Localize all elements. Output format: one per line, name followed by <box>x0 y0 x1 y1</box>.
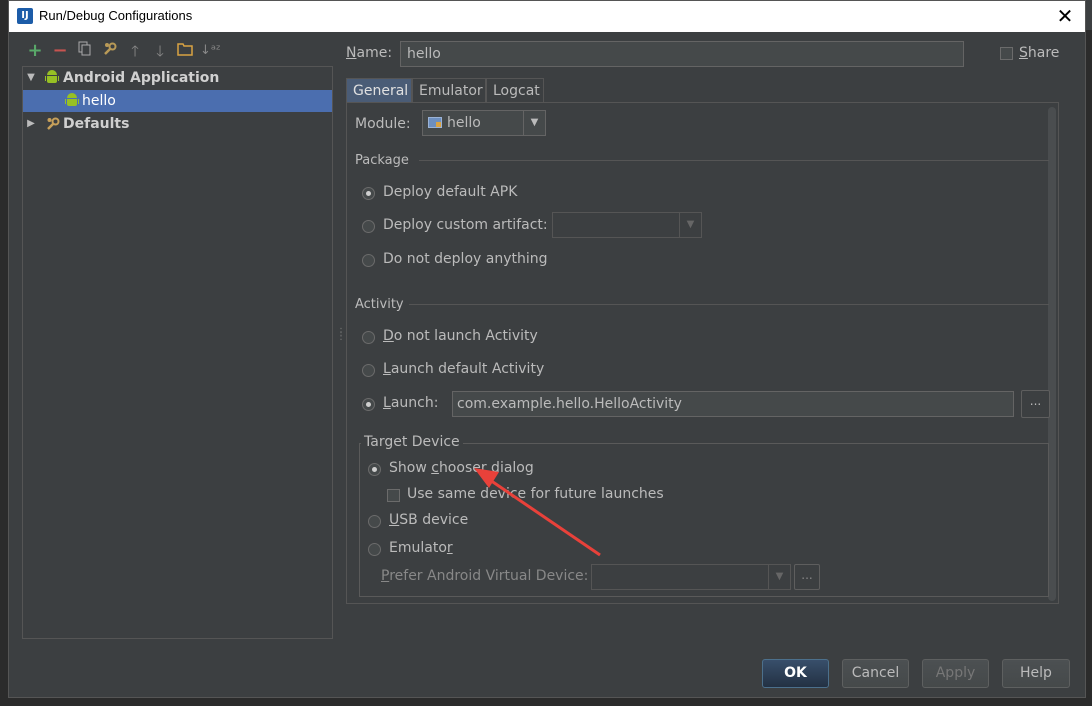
plus-icon[interactable]: + <box>25 41 45 61</box>
same-device-label[interactable]: Use same device for future launches <box>407 486 664 502</box>
background-ide-bottom <box>0 698 1092 706</box>
do-not-launch-radio[interactable] <box>362 331 375 344</box>
do-not-launch-label[interactable]: Do not launch Activity <box>383 328 538 344</box>
share-checkbox[interactable] <box>1000 47 1013 60</box>
panel-splitter[interactable]: ⋮ ⋮ <box>336 328 346 342</box>
module-select-value: hello <box>447 115 481 131</box>
launch-default-radio[interactable] <box>362 364 375 377</box>
minus-icon[interactable]: − <box>50 41 70 61</box>
module-label: Module: <box>355 116 411 132</box>
same-device-checkbox[interactable] <box>387 489 400 502</box>
folder-icon[interactable] <box>175 41 195 61</box>
package-section-title: Package <box>355 153 409 168</box>
tab-emulator[interactable]: Emulator <box>412 78 486 102</box>
tree-item-label: Defaults <box>63 116 130 132</box>
arrow-up-icon[interactable]: 🡑 <box>125 41 145 61</box>
browse-avd-button: ... <box>794 564 820 590</box>
prefer-avd-label: Prefer Android Virtual Device: <box>381 568 589 584</box>
background-ide-left <box>0 0 8 706</box>
wrench-icon <box>45 116 61 132</box>
configurations-tree: ▼ Android Application hello ▶ Defaults <box>22 66 333 639</box>
launch-activity-input[interactable]: com.example.hello.HelloActivity <box>452 391 1014 417</box>
ok-button[interactable]: OK <box>762 659 829 688</box>
deploy-default-apk-radio[interactable] <box>362 187 375 200</box>
expanded-arrow-icon[interactable]: ▼ <box>25 67 37 89</box>
target-device-title: Target Device <box>361 434 463 450</box>
package-separator <box>419 160 1049 161</box>
android-icon <box>45 70 59 84</box>
avd-select: ▼ <box>591 564 791 590</box>
tree-item-defaults[interactable]: ▶ Defaults <box>23 113 332 135</box>
tree-item-hello[interactable]: hello <box>23 90 332 112</box>
usb-device-label[interactable]: USB device <box>389 512 468 528</box>
general-tab-panel: Module: hello ▼ Package Deploy default A… <box>346 102 1059 604</box>
usb-device-radio[interactable] <box>368 515 381 528</box>
arrow-down-icon[interactable]: 🡓 <box>150 41 170 61</box>
name-label: Name: <box>346 45 393 61</box>
intellij-app-icon: IJ <box>17 8 33 24</box>
help-button[interactable]: Help <box>1002 659 1070 688</box>
chevron-down-icon: ▼ <box>679 213 701 237</box>
apply-button[interactable]: Apply <box>922 659 989 688</box>
launch-activity-label[interactable]: Launch: <box>383 395 438 411</box>
emulator-radio[interactable] <box>368 543 381 556</box>
chevron-down-icon: ▼ <box>768 565 790 589</box>
android-icon <box>65 93 79 107</box>
wrench-icon[interactable] <box>100 41 120 61</box>
copy-icon[interactable] <box>75 41 95 61</box>
module-select[interactable]: hello ▼ <box>422 110 546 136</box>
tree-item-android-application[interactable]: ▼ Android Application <box>23 67 332 89</box>
tab-logcat[interactable]: Logcat <box>486 78 544 102</box>
tree-item-label: hello <box>82 93 116 109</box>
chevron-down-icon[interactable]: ▼ <box>523 111 545 135</box>
browse-activity-button[interactable]: ... <box>1021 390 1050 418</box>
artifact-select: ▼ <box>552 212 702 238</box>
do-not-deploy-radio[interactable] <box>362 254 375 267</box>
name-input[interactable]: hello <box>400 41 964 67</box>
vertical-scrollbar[interactable] <box>1048 107 1056 601</box>
activity-section-title: Activity <box>355 297 404 312</box>
launch-activity-radio[interactable] <box>362 398 375 411</box>
emulator-label[interactable]: Emulator <box>389 540 453 556</box>
show-chooser-radio[interactable] <box>368 463 381 476</box>
do-not-deploy-label[interactable]: Do not deploy anything <box>383 251 548 267</box>
background-ide-right <box>1086 30 1092 700</box>
tree-item-label: Android Application <box>63 70 220 86</box>
deploy-custom-artifact-radio[interactable] <box>362 220 375 233</box>
close-icon[interactable]: ✕ <box>1051 3 1079 29</box>
cancel-button[interactable]: Cancel <box>842 659 909 688</box>
collapsed-arrow-icon[interactable]: ▶ <box>25 113 37 135</box>
activity-separator <box>409 304 1049 305</box>
dialog-titlebar: IJ Run/Debug Configurations ✕ <box>9 1 1085 32</box>
deploy-custom-artifact-label[interactable]: Deploy custom artifact: <box>383 217 548 233</box>
share-label[interactable]: Share <box>1019 45 1059 61</box>
tab-general[interactable]: General <box>346 78 412 102</box>
sort-icon[interactable]: ↓ᵃᶻ <box>200 41 221 61</box>
show-chooser-label[interactable]: Show chooser dialog <box>389 460 534 476</box>
dialog-title: Run/Debug Configurations <box>39 8 193 23</box>
deploy-default-apk-label[interactable]: Deploy default APK <box>383 184 517 200</box>
module-folder-icon <box>428 117 442 128</box>
launch-default-label[interactable]: Launch default Activity <box>383 361 544 377</box>
run-debug-dialog: IJ Run/Debug Configurations ✕ + − 🡑 🡓 ↓ᵃ… <box>8 0 1086 698</box>
